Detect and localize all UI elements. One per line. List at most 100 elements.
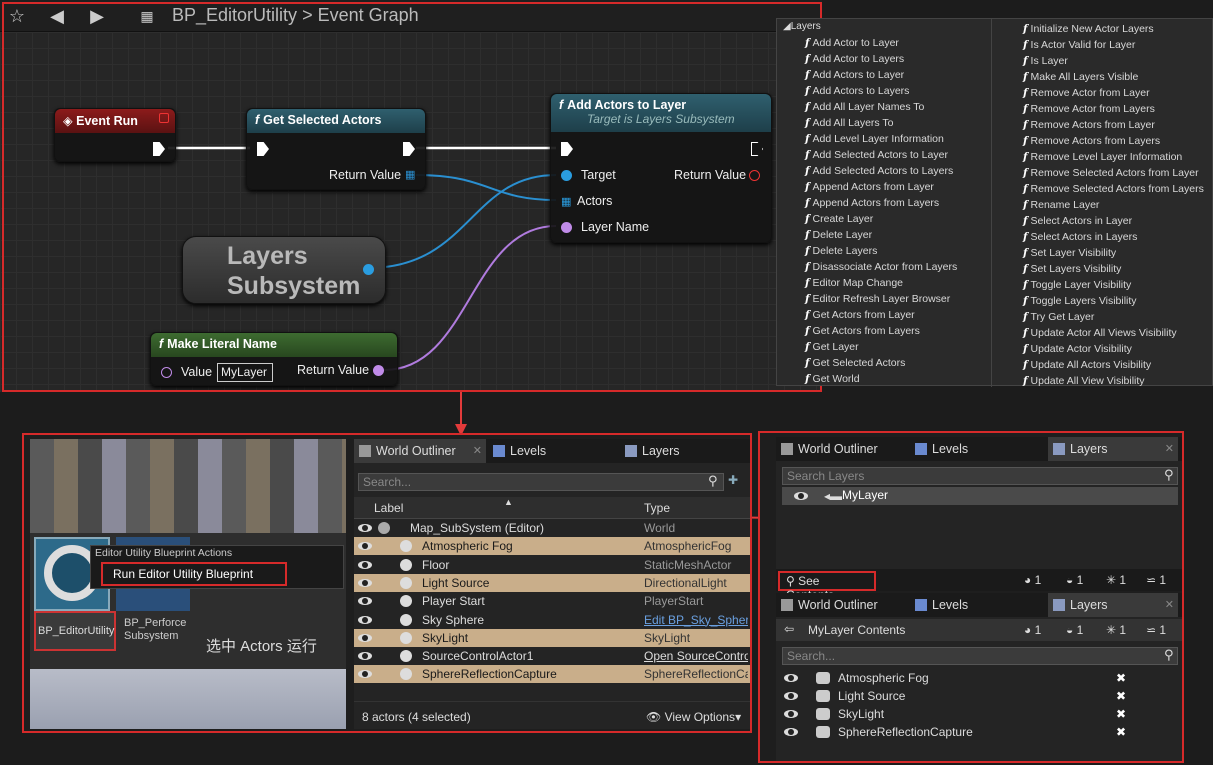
asset-label-editor-utility[interactable]: BP_EditorUtility <box>34 611 116 651</box>
menu-item[interactable]: f Add All Layers To <box>805 115 957 131</box>
remove-icon[interactable]: ✖ <box>1116 687 1126 705</box>
menu-item[interactable]: f Is Layer <box>1023 53 1204 69</box>
event-run-node[interactable]: ◈ Event Run <box>54 108 176 162</box>
tab-layers[interactable]: Layers <box>620 439 748 463</box>
get-selected-actors-node[interactable]: f Get Selected Actors Return Value ▦ <box>246 108 426 190</box>
menu-category[interactable]: ◢Layers <box>783 21 821 32</box>
eye-icon[interactable] <box>784 710 798 718</box>
return-pin[interactable] <box>373 365 384 376</box>
target-pin[interactable] <box>561 170 572 181</box>
table-row[interactable]: Floor StaticMeshActor <box>354 556 750 574</box>
menu-item[interactable]: f Append Actors from Layers <box>805 195 957 211</box>
eye-icon[interactable] <box>358 652 372 661</box>
list-item[interactable]: Atmospheric Fog ✖ <box>776 669 1182 687</box>
list-item[interactable]: SkyLight ✖ <box>776 705 1182 723</box>
menu-item[interactable]: f Make All Layers Visible <box>1023 69 1204 85</box>
table-row[interactable]: SkyLight SkyLight <box>354 628 750 647</box>
view-options-button[interactable]: 👁 View Options▾ <box>646 710 741 724</box>
layers-search-input[interactable]: Search Layers <box>782 467 1178 485</box>
table-row[interactable]: SourceControlActor1 Open SourceControlAct… <box>354 647 750 665</box>
eye-icon[interactable] <box>794 492 808 500</box>
menu-item[interactable]: f Get Layer <box>805 339 957 355</box>
menu-item[interactable]: f Initialize New Actor Layers <box>1023 21 1204 37</box>
tab-levels[interactable]: Levels <box>910 437 1038 461</box>
menu-item[interactable]: f Add All Layer Names To <box>805 99 957 115</box>
col-type[interactable]: Type <box>644 501 670 515</box>
layer-name[interactable]: MyLayer <box>842 488 888 502</box>
layer-name-pin[interactable] <box>561 222 572 233</box>
eye-icon[interactable] <box>358 542 372 551</box>
menu-item[interactable]: f Update Actor All Views Visibility <box>1023 325 1204 341</box>
menu-item[interactable]: f Update All Actors Visibility <box>1023 357 1204 373</box>
remove-icon[interactable]: ✖ <box>1116 669 1126 687</box>
table-row[interactable]: Atmospheric Fog AtmosphericFog <box>354 537 750 556</box>
eye-icon[interactable] <box>784 728 798 736</box>
return-pin[interactable] <box>749 170 760 181</box>
row-type[interactable]: Edit BP_Sky_Sphere <box>644 611 748 629</box>
array-pin-icon[interactable]: ▦ <box>405 170 416 181</box>
exec-out-pin[interactable] <box>153 142 165 156</box>
layer-row[interactable]: ◂▬ MyLayer <box>782 487 1178 505</box>
tab-levels[interactable]: Levels <box>488 439 616 463</box>
tab-layers[interactable]: Layers ✕ <box>1048 437 1178 461</box>
menu-item[interactable]: f Set Layer Visibility <box>1023 245 1204 261</box>
list-item[interactable]: Light Source ✖ <box>776 687 1182 705</box>
eye-icon[interactable] <box>358 670 372 679</box>
menu-item[interactable]: f Editor Map Change <box>805 275 957 291</box>
menu-item[interactable]: f Disassociate Actor from Layers <box>805 259 957 275</box>
make-literal-name-node[interactable]: f Make Literal Name Value MyLayer Return … <box>150 332 398 386</box>
eye-icon[interactable] <box>358 597 372 606</box>
value-input[interactable]: MyLayer <box>217 363 273 382</box>
menu-item[interactable]: f Toggle Layers Visibility <box>1023 293 1204 309</box>
eye-icon[interactable] <box>358 615 372 624</box>
menu-item[interactable]: f Remove Selected Actors from Layers <box>1023 181 1204 197</box>
actors-array-pin[interactable]: ▦ <box>561 195 571 208</box>
menu-item[interactable]: f Create Layer <box>805 211 957 227</box>
exec-in-pin[interactable] <box>257 142 269 156</box>
exec-out-pin[interactable] <box>403 142 415 156</box>
menu-item[interactable]: f Append Actors from Layer <box>805 179 957 195</box>
delegate-pin[interactable] <box>159 113 169 123</box>
tab-world-outliner[interactable]: World Outliner <box>776 437 908 461</box>
eye-icon[interactable] <box>358 524 372 532</box>
menu-item[interactable]: f Select Actors in Layers <box>1023 229 1204 245</box>
table-row[interactable]: SphereReflectionCapture SphereReflectionC… <box>354 665 750 684</box>
subsystem-out-pin[interactable] <box>363 264 374 275</box>
menu-item[interactable]: f Editor Refresh Layer Browser <box>805 291 957 307</box>
menu-item[interactable]: f Set Layers Visibility <box>1023 261 1204 277</box>
see-contents-button[interactable]: ⚲ See Contents <box>778 571 876 602</box>
asset-label-perforce-line1[interactable]: BP_Perforce <box>124 617 186 629</box>
outliner-search-input[interactable]: Search... <box>358 473 724 491</box>
menu-item[interactable]: f Update All View Visibility <box>1023 373 1204 389</box>
menu-item[interactable]: f Delete Layers <box>805 243 957 259</box>
eye-icon[interactable] <box>784 692 798 700</box>
col-label[interactable]: Label <box>374 501 403 515</box>
tab-world-outliner[interactable]: World Outliner <box>776 593 908 617</box>
menu-item[interactable]: f Add Actor to Layers <box>805 51 957 67</box>
table-row[interactable]: Map_SubSystem (Editor) World <box>354 519 750 537</box>
menu-item[interactable]: f Remove Selected Actors from Layer <box>1023 165 1204 181</box>
table-row[interactable]: Light Source DirectionalLight <box>354 573 750 592</box>
menu-item[interactable]: f Is Actor Valid for Layer <box>1023 37 1204 53</box>
remove-icon[interactable]: ✖ <box>1116 723 1126 741</box>
add-filter-icon[interactable]: ✚ <box>728 473 738 487</box>
menu-item[interactable]: f Try Get Layer <box>1023 309 1204 325</box>
menu-item[interactable]: f Get World <box>805 371 957 387</box>
eye-icon[interactable] <box>358 633 372 642</box>
menu-item[interactable]: f Update Actor Visibility <box>1023 341 1204 357</box>
menu-item[interactable]: f Add Selected Actors to Layer <box>805 147 957 163</box>
table-row[interactable]: Player Start PlayerStart <box>354 592 750 610</box>
remove-icon[interactable]: ✖ <box>1116 705 1126 723</box>
menu-item[interactable]: f Toggle Layer Visibility <box>1023 277 1204 293</box>
menu-item[interactable]: f Remove Actors from Layer <box>1023 117 1204 133</box>
menu-item[interactable]: f Add Actor to Layer <box>805 35 957 51</box>
exec-in-pin[interactable] <box>561 142 573 156</box>
back-arrow-icon[interactable]: ⇦ <box>784 622 794 636</box>
menu-item[interactable]: f Add Actors to Layer <box>805 67 957 83</box>
menu-item[interactable]: f Remove Level Layer Information <box>1023 149 1204 165</box>
menu-item[interactable]: f Delete Layer <box>805 227 957 243</box>
menu-item[interactable]: f Add Selected Actors to Layers <box>805 163 957 179</box>
menu-item[interactable]: f Select Actors in Layer <box>1023 213 1204 229</box>
table-row[interactable]: Sky Sphere Edit BP_Sky_Sphere <box>354 611 750 629</box>
exec-out-pin[interactable] <box>751 142 763 156</box>
